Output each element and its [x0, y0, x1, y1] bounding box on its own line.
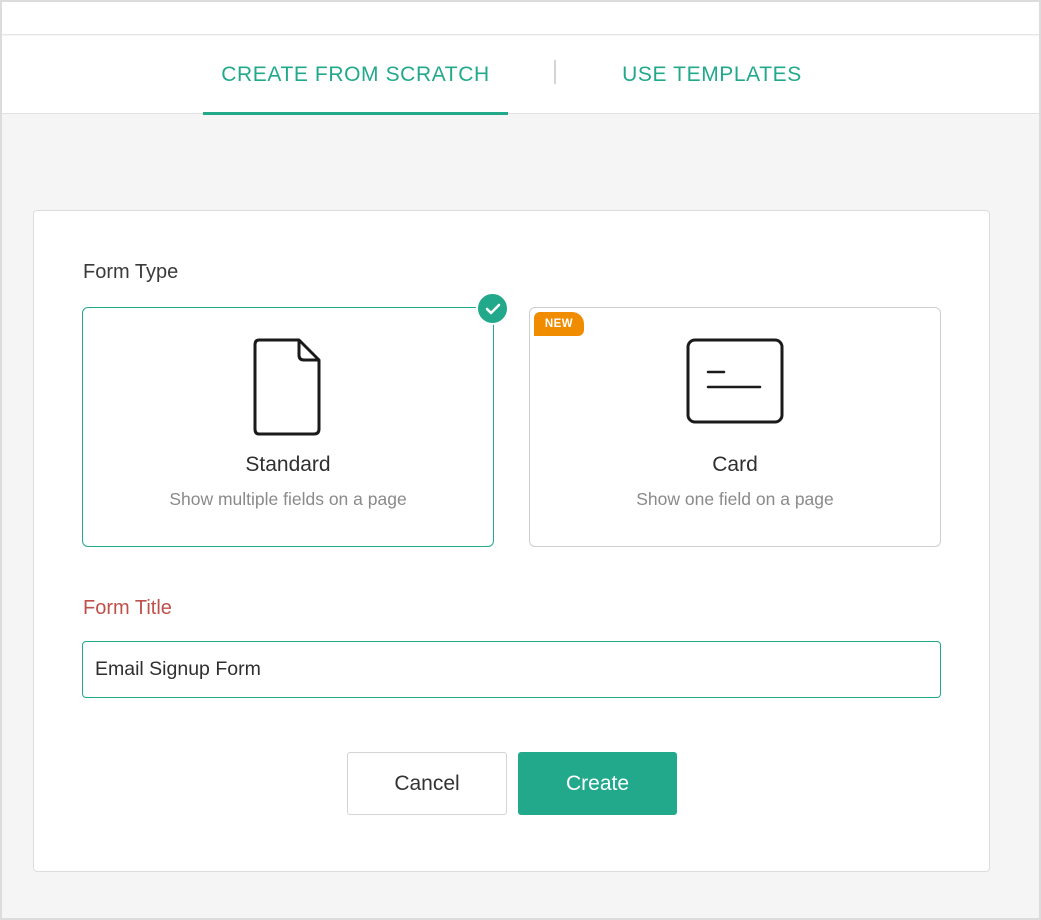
form-type-option-standard[interactable]: Standard Show multiple fields on a page — [82, 292, 509, 547]
option-description: Show multiple fields on a page — [169, 489, 407, 509]
document-icon — [253, 338, 323, 441]
tab-divider — [554, 60, 556, 84]
form-type-label: Form Type — [83, 261, 179, 283]
top-strip — [2, 2, 1039, 35]
tab-label: CREATE FROM SCRATCH — [221, 63, 490, 86]
form-type-option-card[interactable]: NEW Card Show one field on a page — [529, 307, 941, 547]
option-description: Show one field on a page — [636, 489, 834, 509]
selected-check-icon — [476, 292, 509, 325]
new-badge: NEW — [534, 312, 584, 336]
create-form-dialog: CREATE FROM SCRATCH USE TEMPLATES Form T… — [0, 0, 1041, 920]
card-icon — [686, 338, 784, 429]
tab-create-from-scratch[interactable]: CREATE FROM SCRATCH — [203, 36, 508, 115]
option-title: Standard — [245, 453, 331, 476]
form-title-label: Form Title — [83, 597, 172, 619]
tab-bar: CREATE FROM SCRATCH USE TEMPLATES — [2, 36, 1039, 115]
cancel-button[interactable]: Cancel — [347, 752, 507, 815]
form-title-input[interactable] — [82, 641, 941, 698]
create-button[interactable]: Create — [518, 752, 677, 815]
option-title: Card — [712, 453, 758, 476]
tab-label: USE TEMPLATES — [622, 63, 802, 86]
form-panel: Form Type Standard Show multiple fields … — [33, 210, 990, 872]
tab-use-templates[interactable]: USE TEMPLATES — [592, 36, 832, 114]
